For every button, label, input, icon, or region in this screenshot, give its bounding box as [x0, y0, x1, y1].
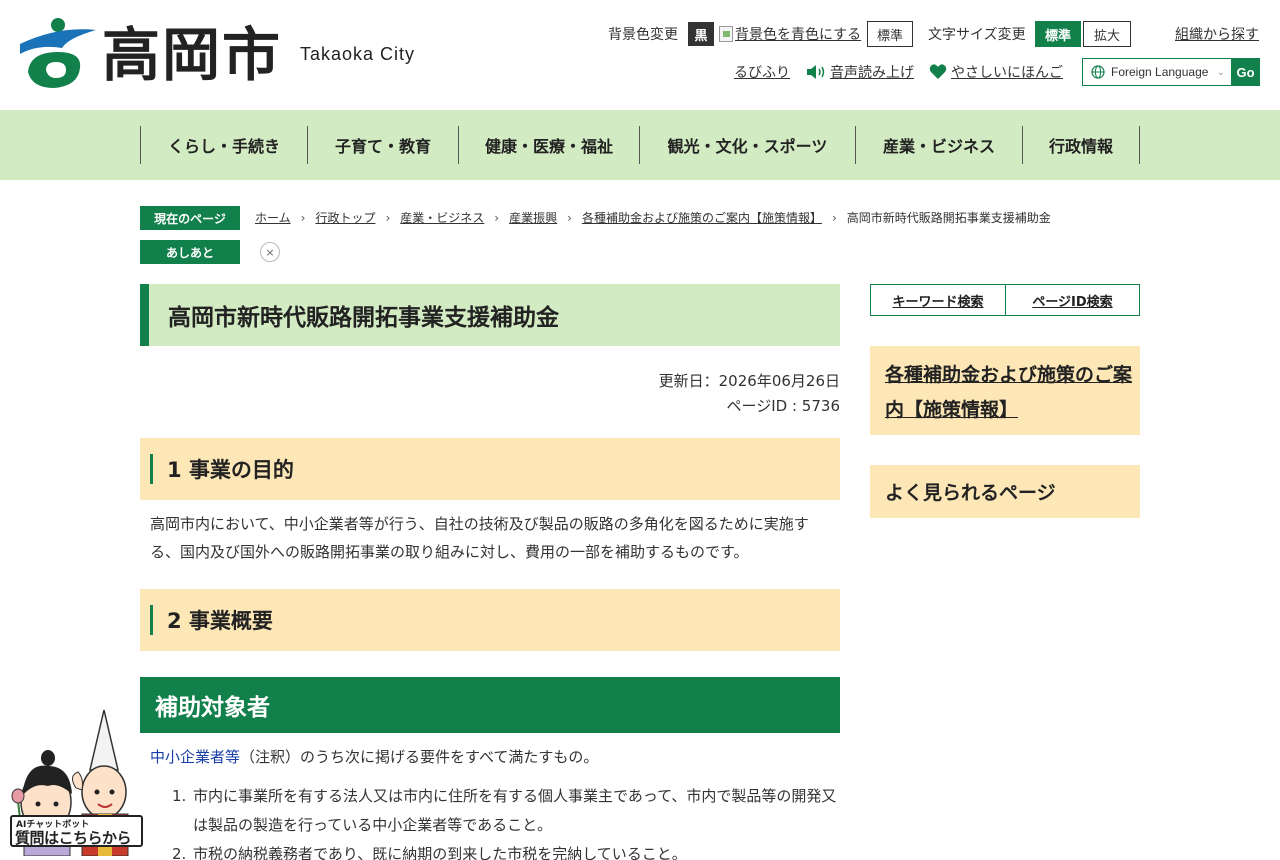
language-select[interactable]: Foreign Language ⌄ [1082, 58, 1232, 86]
logo-kanji[interactable]: 高岡市 [102, 20, 282, 90]
requirements-list: 1. 市内に事業所を有する法人又は市内に住所を有する個人事業主であって、市内で製… [172, 782, 840, 860]
pageid-search-tab[interactable]: ページID検索 [1005, 284, 1140, 316]
breadcrumb-admin-top[interactable]: 行政トップ [315, 209, 375, 226]
font-size-label: 文字サイズ変更 [928, 27, 1026, 43]
breadcrumb-home[interactable]: ホーム [255, 209, 291, 226]
heading-accent-bar [150, 605, 153, 635]
section-heading-overview-text: 2 事業概要 [167, 609, 273, 633]
chatbot-button[interactable]: AIチャットボット 質問はこちらから [10, 815, 143, 847]
list-item: 1. 市内に事業所を有する法人又は市内に住所を有する個人事業主であって、市内で製… [172, 782, 840, 840]
section-heading-overview: 2 事業概要 [140, 589, 840, 651]
breadcrumb-business[interactable]: 産業・ビジネス [400, 209, 484, 226]
voice-link[interactable]: 音声読み上げ [806, 62, 914, 82]
ruby-link[interactable]: るびふり [734, 62, 790, 82]
history-tag: あしあと [140, 240, 240, 264]
site-header: 高岡市 Takaoka City 背景色変更 黒 背景色を青色にする 標準 文字… [0, 0, 1280, 110]
easy-japanese-label: やさしいにほんご [951, 65, 1063, 81]
target-paragraph: 中小企業者等（注釈）のうち次に掲げる要件をすべて満たすもの。 [150, 743, 836, 771]
chevron-right-icon: › [385, 210, 391, 225]
globe-icon [1091, 65, 1105, 79]
breadcrumb-current: 高岡市新時代販路開拓事業支援補助金 [846, 211, 1051, 225]
bg-blue-button[interactable]: 背景色を青色にする [719, 24, 861, 44]
font-standard-button[interactable]: 標準 [1035, 21, 1081, 47]
breadcrumb-industry[interactable]: 産業振興 [509, 209, 557, 226]
list-item: 2. 市税の納税義務者であり、既に納期の到来した市税を完納していること。 [172, 840, 840, 860]
current-page-tag: 現在のページ [140, 206, 240, 230]
bg-standard-button[interactable]: 標準 [867, 21, 913, 47]
purpose-paragraph: 高岡市内において、中小企業者等が行う、自社の技術及び製品の販路の多角化を図るため… [150, 515, 809, 561]
speaker-icon [807, 65, 825, 79]
org-search-link[interactable]: 組織から探す [1175, 24, 1259, 44]
logo-english: Takaoka City [300, 44, 416, 64]
chevron-right-icon: › [300, 210, 306, 225]
close-icon[interactable]: × [260, 242, 280, 262]
chevron-right-icon: › [567, 210, 572, 225]
breadcrumb-subsidies[interactable]: 各種補助金および施策のご案内【施策情報】 [582, 209, 822, 226]
bg-color-label: 背景色変更 [608, 27, 678, 43]
voice-link-label: 音声読み上げ [830, 65, 914, 81]
nav-item-health[interactable]: 健康・医療・福祉 [459, 126, 640, 164]
breadcrumb: ホーム › 行政トップ › 産業・ビジネス › 産業振興 › 各種補助金および施… [255, 209, 1051, 226]
broken-image-icon [719, 26, 733, 42]
list-item-text: 市内に事業所を有する法人又は市内に住所を有する個人事業主であって、市内で製品等の… [193, 787, 837, 834]
updated-date: 更新日：2026年06月26日 [658, 372, 840, 390]
page-title: 高岡市新時代販路開拓事業支援補助金 [140, 284, 840, 346]
nav-item-living[interactable]: くらし・手続き [141, 126, 308, 164]
list-item-number: 1. [172, 787, 187, 805]
takaoka-city-logo-icon[interactable] [18, 16, 98, 90]
heading-accent-bar [150, 454, 153, 484]
page-id: ページID : 5736 [726, 397, 840, 415]
global-nav: くらし・手続き 子育て・教育 健康・医療・福祉 観光・文化・スポーツ 産業・ビジ… [0, 110, 1280, 180]
target-heading: 補助対象者 [140, 677, 840, 733]
go-button[interactable]: Go [1231, 58, 1260, 86]
chevron-down-icon: ⌄ [1216, 66, 1225, 78]
ruby-link-label: るびふり [734, 65, 790, 81]
keyword-search-tab[interactable]: キーワード検索 [870, 284, 1006, 316]
nav-item-tourism[interactable]: 観光・文化・スポーツ [640, 126, 856, 164]
easy-japanese-link[interactable]: やさしいにほんご [929, 62, 1063, 82]
chevron-right-icon: › [494, 210, 500, 225]
chevron-right-icon: › [831, 210, 837, 225]
sme-term-link[interactable]: 中小企業者等 [150, 748, 240, 766]
section-heading-purpose-text: 1 事業の目的 [167, 458, 294, 482]
chatbot-big-label: 質問はこちらから [15, 829, 132, 847]
list-item-number: 2. [172, 845, 187, 860]
font-large-button[interactable]: 拡大 [1083, 21, 1131, 47]
related-subsidies-link[interactable]: 各種補助金および施策のご案内【施策情報】 [885, 358, 1135, 428]
nav-item-business[interactable]: 産業・ビジネス [856, 126, 1023, 164]
global-nav-list: くらし・手続き 子育て・教育 健康・医療・福祉 観光・文化・スポーツ 産業・ビジ… [140, 126, 1140, 164]
list-item-text: 市税の納税義務者であり、既に納期の到来した市税を完納していること。 [193, 845, 687, 860]
nav-item-childcare[interactable]: 子育て・教育 [308, 126, 459, 164]
nav-item-administration[interactable]: 行政情報 [1023, 126, 1140, 164]
target-paragraph-rest: （注釈）のうち次に掲げる要件をすべて満たすもの。 [240, 748, 599, 766]
heart-icon [929, 64, 947, 79]
bg-blue-label: 背景色を青色にする [735, 27, 862, 43]
language-select-value: Foreign Language [1111, 65, 1209, 79]
bg-black-button[interactable]: 黒 [688, 22, 714, 46]
section-heading-purpose: 1 事業の目的 [140, 438, 840, 500]
popular-heading: よく見られるページ [885, 482, 1056, 504]
